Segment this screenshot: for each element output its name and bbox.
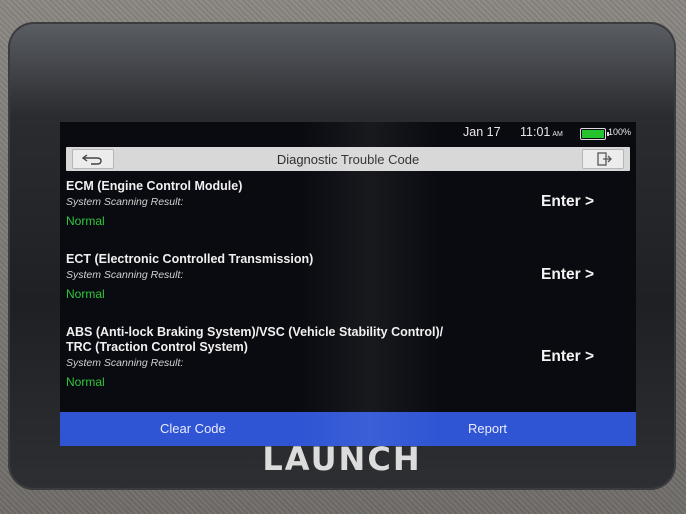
status-ampm: AM (552, 131, 563, 138)
module-row-ecm[interactable]: ECM (Engine Control Module) System Scann… (66, 179, 626, 228)
report-button[interactable]: Report (468, 421, 507, 436)
clear-code-button[interactable]: Clear Code (160, 421, 226, 436)
module-row-ect[interactable]: ECT (Electronic Controlled Transmission)… (66, 252, 626, 301)
battery-percent: 100% (608, 127, 632, 137)
module-name-line-1: ABS (Anti-lock Braking System)/VSC (Vehi… (66, 325, 444, 339)
screen: Jan 17 11:01 AM 100% Diagnostic Trouble C… (60, 122, 636, 446)
brand-logo: LAUNCH (262, 440, 422, 478)
status-time: 11:01 AM (520, 125, 563, 139)
battery-icon (580, 128, 609, 140)
battery-fill (582, 130, 604, 138)
scan-result-status: Normal (66, 375, 105, 389)
module-name: ECT (Electronic Controlled Transmission) (66, 252, 314, 266)
enter-button[interactable]: Enter > (541, 193, 594, 211)
scan-result-status: Normal (66, 287, 105, 301)
page-title: Diagnostic Trouble Code (276, 152, 420, 167)
status-date: Jan 17 (463, 125, 501, 139)
status-bar: Jan 17 11:01 AM 100% (60, 122, 636, 144)
exit-button[interactable] (582, 149, 624, 169)
enter-button[interactable]: Enter > (541, 266, 594, 284)
scan-tool-device: Jan 17 11:01 AM 100% Diagnostic Trouble C… (8, 22, 676, 490)
scan-result-status: Normal (66, 214, 105, 228)
module-row-abs-vsc-trc[interactable]: ABS (Anti-lock Braking System)/VSC (Vehi… (66, 325, 626, 389)
title-bar: Diagnostic Trouble Code (66, 147, 630, 171)
exit-icon (597, 152, 612, 166)
enter-button[interactable]: Enter > (541, 348, 594, 366)
module-name: ECM (Engine Control Module) (66, 179, 243, 193)
